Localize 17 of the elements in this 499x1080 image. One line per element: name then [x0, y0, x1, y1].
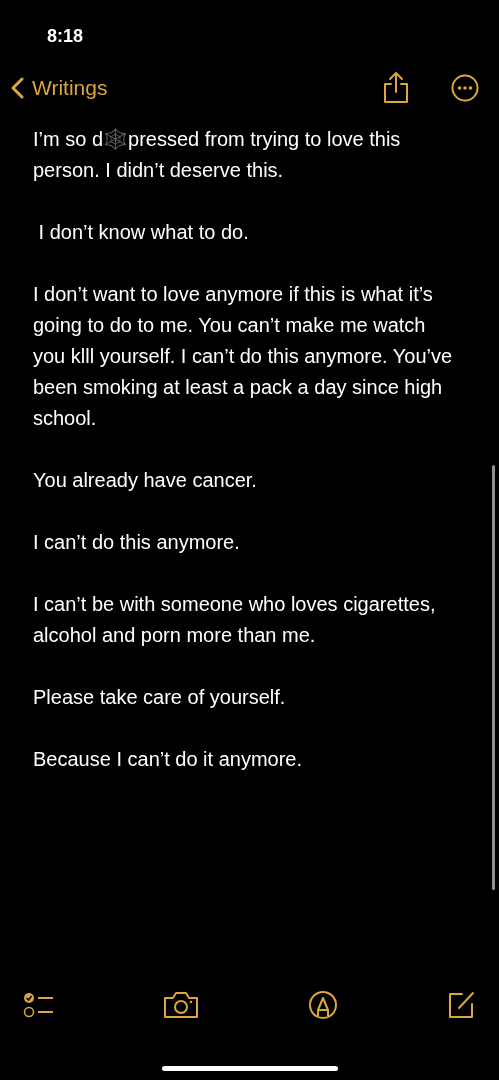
note-paragraph: I don’t know what to do.	[37, 220, 250, 245]
compose-icon[interactable]	[446, 990, 476, 1020]
chevron-left-icon	[10, 77, 24, 99]
note-paragraph: I can’t be with someone who loves cigarettes, alcohol and porn more than me.	[33, 592, 437, 648]
note-paragraph: Please take care of yourself.	[33, 685, 287, 710]
checklist-icon[interactable]	[23, 992, 55, 1018]
note-paragraph: I’m so d🕸pressed from trying to love this person. I didn’t deserve this.	[33, 127, 402, 183]
back-button[interactable]: Writings	[10, 72, 108, 104]
note-paragraph: You already have cancer.	[33, 468, 258, 493]
more-icon[interactable]	[451, 74, 479, 102]
note-paragraph: Because I can’t do it anymore.	[33, 747, 304, 772]
pen-icon[interactable]	[307, 990, 338, 1020]
camera-icon[interactable]	[163, 991, 200, 1019]
share-icon[interactable]	[383, 72, 409, 104]
note-paragraph: I don’t want to love anymore if this is what it’s going to do to me. You can’t make me watch you klll yourself. I can’t do this anymore. You’ve been smoking at least a pack a day since high school.	[33, 282, 454, 431]
note-paragraph: I can’t do this anymore.	[33, 530, 241, 555]
status-time: 8:18	[47, 25, 84, 48]
